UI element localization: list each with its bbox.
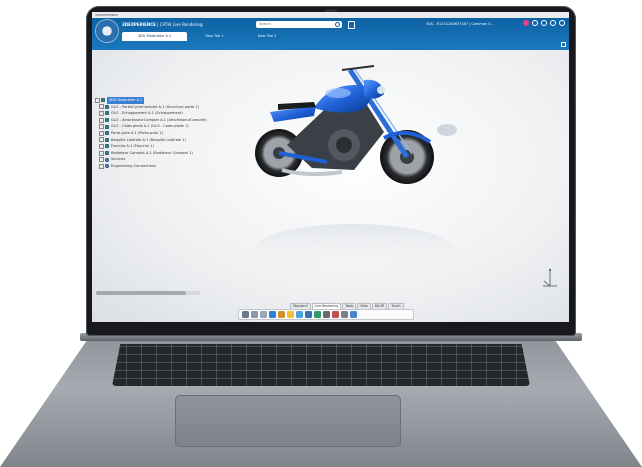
select-icon[interactable] (260, 311, 267, 318)
3d-viewport[interactable]: 3DS Motorbike A.1 GLO - PartieCycleComple… (92, 50, 569, 322)
tree-item[interactable]: Radiateur Complet A.1 (Radiateur Complet… (95, 150, 225, 157)
video-icon[interactable] (323, 311, 330, 318)
top-bar: 3DEXPERIENCE | CATIA Live Rendering Sear… (92, 18, 569, 50)
axis-triad-icon[interactable] (541, 268, 559, 290)
ambiance-icon[interactable] (278, 311, 285, 318)
settings-icon[interactable] (341, 311, 348, 318)
tree-item-label: GLO - PartieCycleComplet A.1 (Structure … (111, 104, 200, 109)
product-icon (105, 144, 109, 149)
tree-item[interactable]: GLO - Cales pieds A.1 (GLO - Cales pieds… (95, 123, 225, 130)
screen: 3DEXPERIENCE 3DEXPERIENCE | CATIA Live R… (92, 12, 569, 322)
product-icon (105, 124, 109, 129)
add-icon[interactable] (532, 20, 538, 26)
tree-item-label: Radiateur Complet A.1 (Radiateur Complet… (111, 150, 193, 155)
tree-item[interactable]: Engineering Connections (95, 163, 225, 170)
tree-item-label: Engineering Connections (111, 163, 156, 168)
top-icons (523, 20, 565, 26)
tree-item[interactable]: Sources (95, 156, 225, 163)
expand-icon[interactable] (99, 163, 104, 169)
motorbike-model[interactable] (92, 50, 569, 322)
search-icon[interactable] (335, 22, 340, 27)
tree-item[interactable]: Porte-pute A.1 (Porte-pute 1) (95, 130, 225, 137)
tree-item-label: Fourche A.1 (Fourche 1) (111, 144, 154, 149)
product-icon (105, 151, 109, 156)
help-icon[interactable] (559, 20, 565, 26)
tree-item[interactable]: GLO - PartieCycleComplet A.1 (Structure … (95, 104, 225, 111)
tree-item[interactable]: GLO - AmortisseurComplet A.1 (Amortisseu… (95, 117, 225, 124)
render-icon[interactable] (305, 311, 312, 318)
tab-bar: 3DS Motorbike A.1 New Tab 1 New Tab 2 (122, 32, 292, 41)
user-info[interactable]: 3DS - R1132100637187 | Common S... (426, 22, 494, 26)
image-icon[interactable] (314, 311, 321, 318)
expand-icon[interactable] (99, 104, 104, 110)
action-bar (238, 309, 414, 320)
tools-icon[interactable] (550, 20, 556, 26)
expand-icon[interactable] (99, 110, 104, 116)
tree-item-label: GLO - Echappement A.1 (Echappement) (111, 111, 183, 116)
product-icon (101, 98, 105, 103)
tag-icon[interactable] (348, 21, 355, 29)
product-icon (105, 131, 109, 136)
tab-new-2[interactable]: New Tab 2 (242, 32, 293, 41)
fit-all-icon[interactable] (251, 311, 258, 318)
search-input[interactable]: Search (256, 21, 342, 28)
specification-tree[interactable]: 3DS Motorbike A.1 GLO - PartieCycleComple… (95, 97, 225, 170)
stickers-icon[interactable] (332, 311, 339, 318)
expand-icon[interactable] (99, 137, 104, 143)
tree-item-label: Porte-pute A.1 (Porte-pute 1) (111, 130, 163, 135)
expand-icon[interactable] (99, 143, 104, 149)
app-brand: 3DEXPERIENCE | CATIA Live Rendering (122, 22, 203, 27)
light-icon[interactable] (287, 311, 294, 318)
expand-icon[interactable] (99, 130, 104, 136)
tree-item-label: GLO - AmortisseurComplet A.1 (Amortisseu… (111, 117, 207, 122)
expand-icon[interactable] (99, 157, 104, 163)
zoom-icon[interactable] (242, 311, 249, 318)
keyboard (112, 344, 530, 386)
expand-icon[interactable] (99, 150, 104, 156)
tab-new-1[interactable]: New Tab 1 (189, 32, 240, 41)
tree-scroll-thumb[interactable] (96, 291, 186, 295)
gear-icon (105, 164, 109, 169)
product-icon (105, 118, 109, 123)
touchpad (175, 395, 401, 447)
product-icon (105, 111, 109, 116)
camera-icon[interactable] (296, 311, 303, 318)
gear-icon (105, 157, 109, 162)
tab-motorbike[interactable]: 3DS Motorbike A.1 (122, 32, 188, 41)
expand-icon[interactable] (99, 124, 104, 130)
tree-item-label: Sources (111, 157, 126, 162)
tree-item[interactable]: Bequille Latérale A.1 (Bequille Latérale… (95, 137, 225, 144)
product-icon (105, 137, 109, 142)
material-icon[interactable] (269, 311, 276, 318)
tree-item[interactable]: Fourche A.1 (Fourche 1) (95, 143, 225, 150)
tree-item-label: 3DS Motorbike A.1 (107, 97, 145, 104)
tree-item[interactable]: 3DS Motorbike A.1 (95, 97, 225, 104)
tree-item[interactable]: GLO - Echappement A.1 (Echappement) (95, 110, 225, 117)
tree-scrollbar[interactable] (96, 291, 200, 295)
help-icon[interactable] (350, 311, 357, 318)
expand-icon[interactable] (99, 117, 104, 123)
product-icon (105, 104, 109, 109)
share-icon[interactable] (541, 20, 547, 26)
notifications-icon[interactable] (523, 20, 529, 26)
maximize-icon[interactable] (561, 42, 566, 47)
expand-icon[interactable] (95, 97, 100, 103)
tree-item-label: Bequille Latérale A.1 (Bequille Latérale… (111, 137, 186, 142)
tree-item-label: GLO - Cales pieds A.1 (GLO - Cales pieds… (111, 124, 189, 129)
compass-icon[interactable] (96, 20, 118, 42)
